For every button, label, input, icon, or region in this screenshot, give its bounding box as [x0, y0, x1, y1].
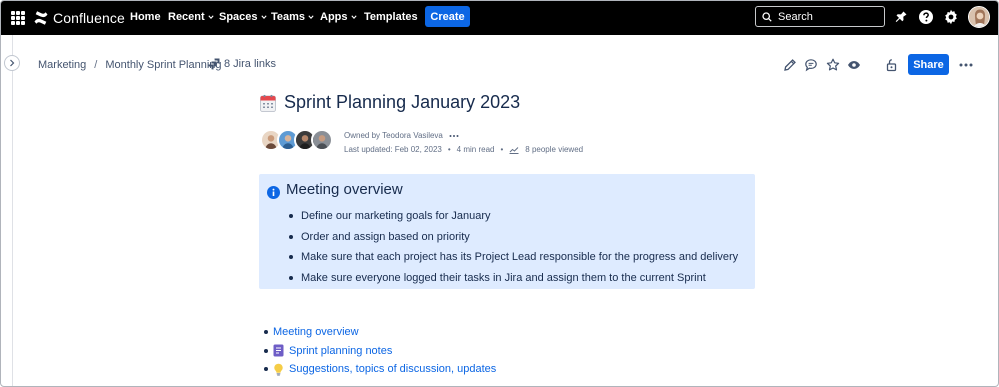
nav-apps-label: Apps: [320, 11, 348, 23]
list-item-text: Make sure that each project has its Proj…: [301, 251, 739, 264]
nav-home-label: Home: [130, 11, 161, 23]
meta-separator-dot: •: [500, 145, 504, 154]
list-item-text: Define our marketing goals for January: [301, 210, 491, 223]
search-icon: [762, 11, 772, 22]
settings-gear-icon[interactable]: [943, 9, 959, 25]
nav-apps[interactable]: Apps: [320, 11, 357, 23]
list-item: Make sure everyone logged their tasks in…: [289, 268, 738, 289]
page-title-row: Sprint Planning January 2023: [260, 92, 520, 113]
nav-recent-label: Recent: [168, 11, 205, 23]
bullet: [289, 214, 293, 219]
chevron-down-icon: [308, 15, 314, 20]
contributor-avatar[interactable]: [311, 129, 333, 151]
bullet: [289, 234, 293, 239]
bullet: [289, 255, 293, 260]
calendar-emoji-icon: [260, 94, 276, 112]
toc-item: Meeting overview: [264, 323, 496, 342]
restrictions-lock-icon[interactable]: [885, 58, 899, 72]
breadcrumb-item-monthly-sprint-planning[interactable]: Monthly Sprint Planning: [105, 59, 221, 71]
breadcrumb: Marketing / Monthly Sprint Planning: [38, 59, 222, 71]
breadcrumb-item-marketing[interactable]: Marketing: [38, 59, 86, 71]
toc-link-sprint-planning-notes[interactable]: Sprint planning notes: [289, 345, 392, 357]
bullet: [264, 367, 268, 372]
nav-home[interactable]: Home: [130, 11, 161, 23]
search-placeholder: Search: [778, 10, 813, 23]
panel-bullet-list: Define our marketing goals for January O…: [289, 206, 738, 288]
nav-templates[interactable]: Templates: [364, 11, 418, 23]
toc-item: Sprint planning notes: [264, 342, 496, 361]
app-window: Confluence Home Recent Spaces Teams Apps…: [0, 0, 999, 387]
table-of-contents: Meeting overview Sprint planning notes S…: [264, 323, 496, 379]
list-item: Make sure that each project has its Proj…: [289, 247, 738, 268]
owned-by-text[interactable]: Owned by Teodora Vasileva: [344, 129, 443, 143]
nav-spaces-label: Spaces: [219, 11, 258, 23]
chevron-down-icon: [260, 15, 267, 20]
confluence-logo-icon: [34, 11, 48, 25]
nav-teams[interactable]: Teams: [271, 11, 314, 23]
help-icon[interactable]: [918, 9, 934, 25]
nav-recent[interactable]: Recent: [168, 11, 214, 23]
contributor-avatars[interactable]: [260, 129, 333, 151]
top-navigation: Confluence Home Recent Spaces Teams Apps…: [1, 1, 998, 35]
jira-links-button[interactable]: 8 Jira links: [208, 58, 276, 70]
notes-icon: [273, 344, 284, 357]
panel-heading: Meeting overview: [286, 181, 403, 198]
search-input[interactable]: Search: [755, 6, 885, 27]
toc-link-suggestions[interactable]: Suggestions, topics of discussion, updat…: [289, 363, 496, 375]
more-actions-icon[interactable]: [958, 58, 974, 72]
expand-sidebar-button[interactable]: [4, 55, 20, 71]
sidebar-rail: [12, 35, 13, 386]
bullet: [264, 348, 268, 353]
app-switcher-icon[interactable]: [11, 11, 25, 25]
chevron-down-icon: [208, 15, 214, 20]
star-icon[interactable]: [826, 58, 840, 72]
chevron-right-icon: [10, 59, 15, 67]
list-item-text: Order and assign based on priority: [301, 230, 470, 243]
info-panel: Meeting overview Define our marketing go…: [259, 174, 755, 289]
last-updated-text[interactable]: Last updated: Feb 02, 2023: [344, 143, 442, 157]
lightbulb-icon: [274, 363, 283, 376]
people-viewed-text[interactable]: 8 people viewed: [525, 143, 583, 157]
watch-eye-icon[interactable]: [847, 58, 861, 72]
toc-item: Suggestions, topics of discussion, updat…: [264, 360, 496, 379]
page-title: Sprint Planning January 2023: [284, 92, 521, 112]
nav-templates-label: Templates: [364, 11, 418, 23]
meta-separator-dot: •: [447, 145, 451, 154]
edit-pencil-icon[interactable]: [783, 58, 797, 72]
logo-text: Confluence: [53, 10, 125, 26]
nav-spaces[interactable]: Spaces: [219, 11, 267, 23]
jira-icon: [208, 58, 220, 70]
analytics-chart-icon: [509, 147, 519, 154]
comment-icon[interactable]: [804, 58, 818, 72]
user-avatar-image: [969, 7, 989, 27]
more-owner-actions-icon[interactable]: [449, 134, 459, 138]
user-avatar[interactable]: [968, 6, 990, 28]
info-icon: [267, 186, 280, 199]
list-item: Define our marketing goals for January: [289, 206, 738, 227]
create-button[interactable]: Create: [425, 6, 470, 27]
breadcrumb-separator: /: [94, 59, 98, 71]
jira-links-label: 8 Jira links: [224, 58, 276, 70]
confluence-logo[interactable]: Confluence: [33, 9, 125, 27]
toc-link-meeting-overview[interactable]: Meeting overview: [273, 326, 359, 338]
share-button[interactable]: Share: [908, 54, 949, 75]
nav-teams-label: Teams: [271, 11, 306, 23]
page-metadata: Owned by Teodora Vasileva Last updated: …: [344, 129, 583, 157]
bullet: [264, 330, 268, 335]
read-time-text: 4 min read: [456, 145, 495, 154]
bullet: [289, 275, 293, 280]
notifications-icon[interactable]: [893, 9, 909, 25]
chevron-down-icon: [350, 15, 357, 20]
list-item: Order and assign based on priority: [289, 227, 738, 248]
list-item-text: Make sure everyone logged their tasks in…: [301, 271, 706, 284]
